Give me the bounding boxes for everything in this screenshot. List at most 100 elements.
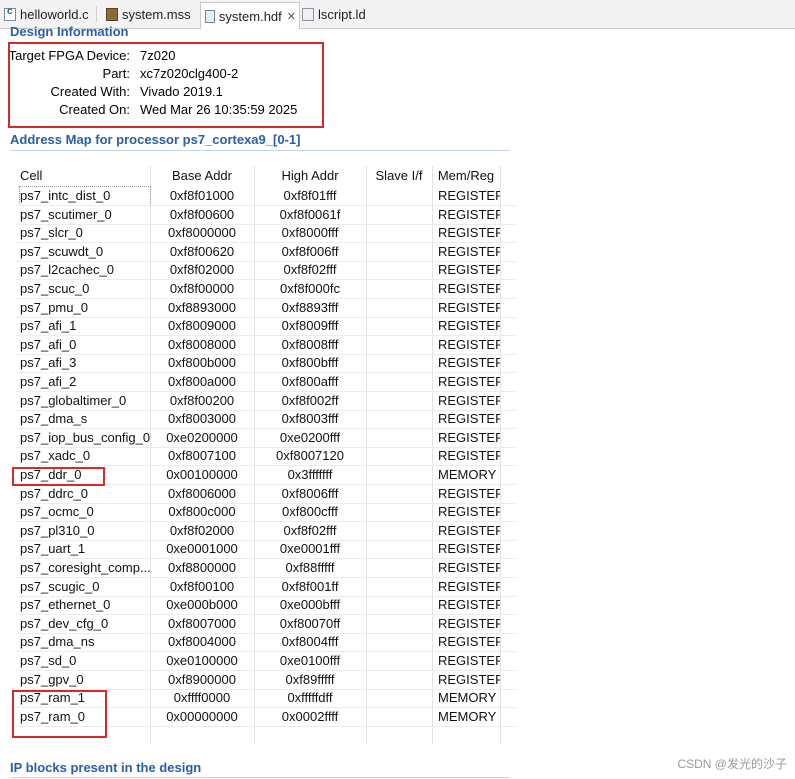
cell-name: ps7_scugic_0 — [20, 578, 100, 594]
cell-base-addr: 0xf8f00100 — [169, 578, 235, 594]
column-header-mem-reg[interactable]: Mem/Reg — [432, 166, 500, 186]
table-row[interactable]: ps7_globaltimer_0 0xf8f00200 0xf8f002ff REG… — [16, 392, 516, 411]
tab-separator — [96, 6, 97, 22]
cell-mem-reg: REGISTER — [438, 541, 500, 557]
cell-base-addr: 0xf8800000 — [168, 560, 236, 575]
tab-label: system.hdf — [218, 8, 282, 24]
cell-name: ps7_ethernet_0 — [20, 597, 111, 613]
cell-name: ps7_ocmc_0 — [20, 504, 94, 520]
tab-system-hdf[interactable]: system.hdf ✕ — [200, 2, 300, 29]
section-divider — [10, 150, 510, 151]
table-row[interactable]: ps7_dev_cfg_0 0xf8007000 0xf80070ff REGISTE… — [16, 615, 516, 634]
cell-name: ps7_xadc_0 — [20, 448, 91, 464]
table-row[interactable]: ps7_scuc_0 0xf8f00000 0xf8f000fc REGISTER — [16, 280, 516, 299]
table-row[interactable]: ps7_coresight_comp... 0xf8800000 0xf88ffff… — [16, 559, 516, 578]
cell-high-addr: 0xf8f01fff — [283, 188, 337, 203]
cell-slave-if — [366, 447, 432, 465]
table-row[interactable]: ps7_scugic_0 0xf8f00100 0xf8f001ff REGISTER — [16, 578, 516, 597]
cell-name: ps7_afi_2 — [20, 374, 77, 389]
cell-name: ps7_slcr_0 — [20, 225, 83, 241]
column-header-slave-if[interactable]: Slave I/f — [366, 166, 432, 186]
cell-high-addr: 0xf89fffff — [285, 671, 335, 687]
info-value-created-with: Vivado 2019.1 — [140, 84, 223, 99]
cell-high-addr: 0xe0100fff — [279, 653, 341, 668]
table-row[interactable]: ps7_sd_0 0xe0100000 0xe0100fff REGISTER — [16, 652, 516, 671]
table-row[interactable]: ps7_ethernet_0 0xe000b000 0xe000bfff REGIST… — [16, 596, 516, 616]
cell-base-addr: 0xf8f00000 — [169, 281, 235, 296]
table-row[interactable]: ps7_pmu_0 0xf8893000 0xf8893fff REGISTER — [16, 299, 516, 318]
cell-high-addr: 0xfffffdff — [287, 690, 333, 706]
table-row[interactable]: ps7_intc_dist_0 0xf8f01000 0xf8f01fff REGIS… — [16, 186, 516, 206]
table-row[interactable]: ps7_dma_s 0xf8003000 0xf8003fff REGISTER — [16, 410, 516, 430]
column-header-high-addr[interactable]: High Addr — [254, 166, 366, 186]
cell-mem-reg: REGISTER — [438, 392, 500, 408]
cell-high-addr: 0xf8003fff — [281, 411, 339, 427]
cell-slave-if — [366, 317, 432, 335]
table-row[interactable]: ps7_l2cachec_0 0xf8f02000 0xf8f02fff REGIST… — [16, 261, 516, 281]
cell-high-addr: 0xf8009fff — [281, 318, 339, 334]
cell-slave-if — [366, 354, 432, 372]
cell-slave-if — [366, 633, 432, 651]
cell-name: ps7_scuc_0 — [20, 281, 90, 296]
cell-name: ps7_scutimer_0 — [20, 206, 112, 222]
cell-name: ps7_ram_0 — [20, 708, 86, 724]
table-row[interactable]: ps7_uart_1 0xe0001000 0xe0001fff REGISTER — [16, 540, 516, 560]
cell-high-addr: 0xf8004fff — [281, 634, 339, 650]
ip-blocks-title: IP blocks present in the design — [10, 760, 202, 775]
cell-name: ps7_ddr_0 — [20, 467, 82, 482]
cell-mem-reg: REGISTER — [438, 634, 500, 650]
mss-file-icon — [106, 7, 118, 21]
table-row[interactable]: ps7_dma_ns 0xf8004000 0xf8004fff REGISTER — [16, 633, 516, 653]
cell-name: ps7_globaltimer_0 — [20, 392, 127, 408]
table-row[interactable]: ps7_gpv_0 0xf8900000 0xf89fffff REGISTER — [16, 671, 516, 690]
table-row[interactable]: ps7_ddrc_0 0xf8006000 0xf8006fff REGISTER — [16, 485, 516, 504]
cell-mem-reg: REGISTER — [438, 615, 500, 631]
cell-base-addr: 0xf8f01000 — [169, 188, 235, 203]
table-row[interactable]: ps7_afi_3 0xf800b000 0xf800bfff REGISTER — [16, 354, 516, 374]
table-row[interactable]: ps7_slcr_0 0xf8000000 0xf8000fff REGISTER — [16, 224, 516, 244]
cell-mem-reg: REGISTER — [438, 597, 500, 613]
table-row[interactable]: ps7_pl310_0 0xf8f02000 0xf8f02fff REGISTER — [16, 522, 516, 541]
cell-base-addr: 0xe0200000 — [166, 429, 238, 445]
cell-high-addr: 0xf8f006ff — [281, 243, 339, 259]
table-row[interactable]: ps7_afi_1 0xf8009000 0xf8009fff REGISTER — [16, 317, 516, 337]
info-value-device: 7z020 — [140, 48, 176, 63]
section-divider — [10, 777, 510, 778]
table-row[interactable]: ps7_xadc_0 0xf8007100 0xf8007120 REGISTER — [16, 447, 516, 467]
table-row[interactable]: ps7_afi_0 0xf8008000 0xf8008fff REGISTER — [16, 336, 516, 355]
table-row[interactable]: ps7_ocmc_0 0xf800c000 0xf800cfff REGISTER — [16, 503, 516, 523]
cell-high-addr: 0xf800cfff — [282, 504, 338, 520]
cell-high-addr: 0xf8008fff — [281, 336, 339, 352]
cell-high-addr: 0xe0200fff — [279, 429, 341, 445]
cell-mem-reg: REGISTER — [438, 336, 500, 352]
cell-slave-if — [366, 299, 432, 317]
table-row[interactable]: ps7_scutimer_0 0xf8f00600 0xf8f0061f REGIST… — [16, 206, 516, 225]
cell-mem-reg: REGISTER — [438, 411, 500, 427]
cell-slave-if — [366, 485, 432, 503]
table-row[interactable]: ps7_scuwdt_0 0xf8f00620 0xf8f006ff REGISTER — [16, 243, 516, 262]
table-row[interactable]: ps7_iop_bus_config_0 0xe0200000 0xe0200fff… — [16, 429, 516, 448]
table-row[interactable]: ps7_afi_2 0xf800a000 0xf800afff REGISTER — [16, 373, 516, 392]
table-row[interactable]: ps7_ram_0 0x00000000 0x0002ffff MEMORY — [16, 708, 516, 727]
cell-slave-if — [366, 280, 432, 298]
cell-slave-if — [366, 522, 432, 540]
cell-slave-if — [366, 392, 432, 410]
tab-system-mss[interactable]: system.mss — [102, 3, 191, 25]
cell-base-addr: 0xf8900000 — [168, 671, 236, 687]
info-row-created-on: Created On: — [0, 101, 130, 119]
tab-label: helloworld.c — [20, 6, 89, 22]
cell-slave-if — [366, 243, 432, 261]
column-header-cell[interactable]: Cell — [20, 166, 42, 186]
cell-mem-reg: REGISTER — [438, 522, 500, 538]
cell-name: ps7_uart_1 — [20, 541, 86, 557]
info-label: Part: — [102, 66, 130, 81]
cell-base-addr: 0xf8003000 — [168, 411, 236, 427]
info-label: Created With: — [50, 84, 130, 99]
tab-helloworld-c[interactable]: helloworld.c — [0, 3, 89, 25]
table-row[interactable]: ps7_ddr_0 0x00100000 0x3fffffff MEMORY — [16, 466, 516, 485]
column-header-base-addr[interactable]: Base Addr — [150, 166, 254, 186]
tab-lscript-ld[interactable]: lscript.ld — [298, 3, 366, 25]
close-icon[interactable]: ✕ — [287, 10, 296, 23]
table-row[interactable]: ps7_ram_1 0xffff0000 0xfffffdff MEMORY — [16, 689, 516, 709]
cell-base-addr: 0x00100000 — [166, 467, 238, 482]
